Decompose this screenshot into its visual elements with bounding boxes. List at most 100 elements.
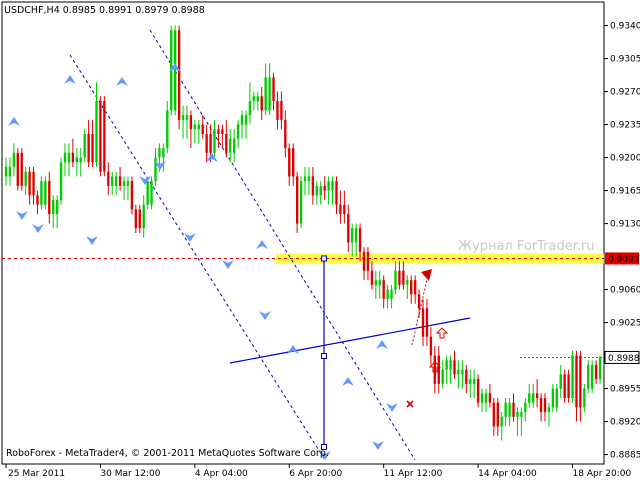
chart: Журнал ForTrader.ru 0.9340 0.9305 0.9270 0.… bbox=[0, 0, 640, 480]
candle-body bbox=[445, 360, 448, 370]
candle-body bbox=[138, 209, 141, 229]
candle-body bbox=[402, 270, 405, 285]
candle-body bbox=[575, 355, 578, 408]
candle-body bbox=[508, 402, 511, 417]
y-tick-label: 0.9165 bbox=[610, 187, 640, 197]
candle-body bbox=[303, 176, 307, 182]
candle-body bbox=[44, 181, 47, 205]
y-tick-label: 0.9025 bbox=[610, 319, 640, 329]
candle-body bbox=[591, 365, 594, 389]
candle-body bbox=[71, 152, 75, 163]
candle-body bbox=[311, 176, 315, 196]
candle-body bbox=[480, 393, 484, 403]
candle-body bbox=[75, 157, 78, 163]
current-price-tag-text: 0.8988 bbox=[608, 354, 640, 364]
candle-body bbox=[240, 115, 244, 125]
candle-body bbox=[154, 157, 157, 182]
candle-body bbox=[177, 30, 181, 120]
candle-body bbox=[390, 289, 393, 299]
candle-body bbox=[496, 402, 499, 427]
candle-body bbox=[335, 181, 338, 205]
y-tick-label: 0.8955 bbox=[610, 385, 640, 395]
candle-body bbox=[492, 402, 496, 427]
candle-body bbox=[95, 101, 98, 163]
candle-body bbox=[173, 30, 177, 111]
candle-body bbox=[213, 129, 216, 153]
candle-body bbox=[162, 148, 165, 158]
candle-body bbox=[370, 270, 374, 285]
watermark: Журнал ForTrader.ru bbox=[458, 239, 595, 254]
candle-body bbox=[449, 360, 452, 370]
candle-body bbox=[103, 101, 106, 172]
candle-body bbox=[543, 398, 547, 413]
candle-body bbox=[189, 115, 193, 130]
candle-body bbox=[484, 393, 488, 403]
candle-body bbox=[351, 228, 354, 243]
candle-body bbox=[217, 129, 220, 134]
candle-body bbox=[476, 379, 480, 403]
candle-body bbox=[461, 369, 464, 375]
candle-body bbox=[567, 374, 570, 398]
candle-body bbox=[528, 393, 531, 403]
candle-body bbox=[59, 162, 63, 200]
candle-body bbox=[598, 357, 602, 380]
candle-body bbox=[488, 393, 492, 403]
candle-body bbox=[386, 289, 389, 299]
candle-body bbox=[535, 393, 539, 398]
candle-body bbox=[99, 101, 102, 172]
x-tick-label: 30 Mar 12:00 bbox=[100, 469, 160, 479]
candle-body bbox=[520, 412, 523, 417]
candle-body bbox=[114, 176, 118, 186]
candle-body bbox=[583, 388, 586, 408]
candle-body bbox=[260, 96, 263, 111]
candle-body bbox=[233, 138, 236, 153]
candle-body bbox=[150, 181, 153, 205]
candle-body bbox=[229, 138, 232, 153]
x-tick-label: 14 Apr 04:00 bbox=[478, 469, 537, 479]
y-tick-label: 0.9235 bbox=[610, 121, 640, 131]
candle-body bbox=[292, 148, 295, 177]
candle-body bbox=[181, 115, 185, 120]
candle-body bbox=[142, 204, 145, 229]
candle-body bbox=[323, 185, 326, 191]
candle-body bbox=[276, 101, 279, 120]
anchor-point bbox=[321, 353, 327, 359]
candle-body bbox=[32, 171, 35, 196]
candle-body bbox=[225, 134, 228, 153]
candle-body bbox=[55, 200, 59, 215]
y-tick-label: 0.9270 bbox=[610, 88, 640, 98]
candle-body bbox=[295, 176, 299, 224]
candle-body bbox=[374, 280, 377, 285]
y-tick-label: 0.8920 bbox=[610, 418, 640, 428]
candle-body bbox=[433, 355, 437, 384]
candle-body bbox=[166, 110, 169, 149]
candle-body bbox=[413, 280, 417, 295]
candle-body bbox=[87, 134, 90, 163]
candle-body bbox=[158, 148, 161, 158]
candle-body bbox=[205, 134, 208, 153]
candle-body bbox=[146, 181, 149, 205]
candle-body bbox=[111, 176, 114, 186]
candle-body bbox=[539, 398, 543, 413]
target-price-tag-text: 0.9093 bbox=[608, 255, 640, 265]
candle-body bbox=[339, 204, 342, 215]
candle-body bbox=[122, 181, 126, 186]
candle-body bbox=[465, 369, 468, 384]
candle-body bbox=[48, 181, 51, 215]
candle-body bbox=[284, 119, 287, 149]
candle-body bbox=[559, 374, 562, 389]
chart-footer: RoboForex - MetaTrader4, © 2001-2011 Met… bbox=[6, 448, 329, 459]
candle-body bbox=[457, 369, 460, 375]
candle-body bbox=[425, 308, 429, 337]
candle-body bbox=[347, 214, 350, 243]
candle-body bbox=[524, 402, 527, 413]
candle-body bbox=[83, 134, 86, 158]
candle-body bbox=[512, 402, 515, 417]
y-tick-label: 0.9060 bbox=[610, 286, 640, 296]
candle-body bbox=[272, 77, 275, 101]
candle-body bbox=[8, 167, 12, 177]
y-tick-label: 0.9130 bbox=[610, 220, 640, 230]
chart-symbol-header: USDCHF,H4 0.8985 0.8991 0.8979 0.8988 bbox=[4, 5, 205, 16]
y-tick-label: 0.8885 bbox=[610, 451, 640, 461]
candle-body bbox=[587, 365, 590, 389]
